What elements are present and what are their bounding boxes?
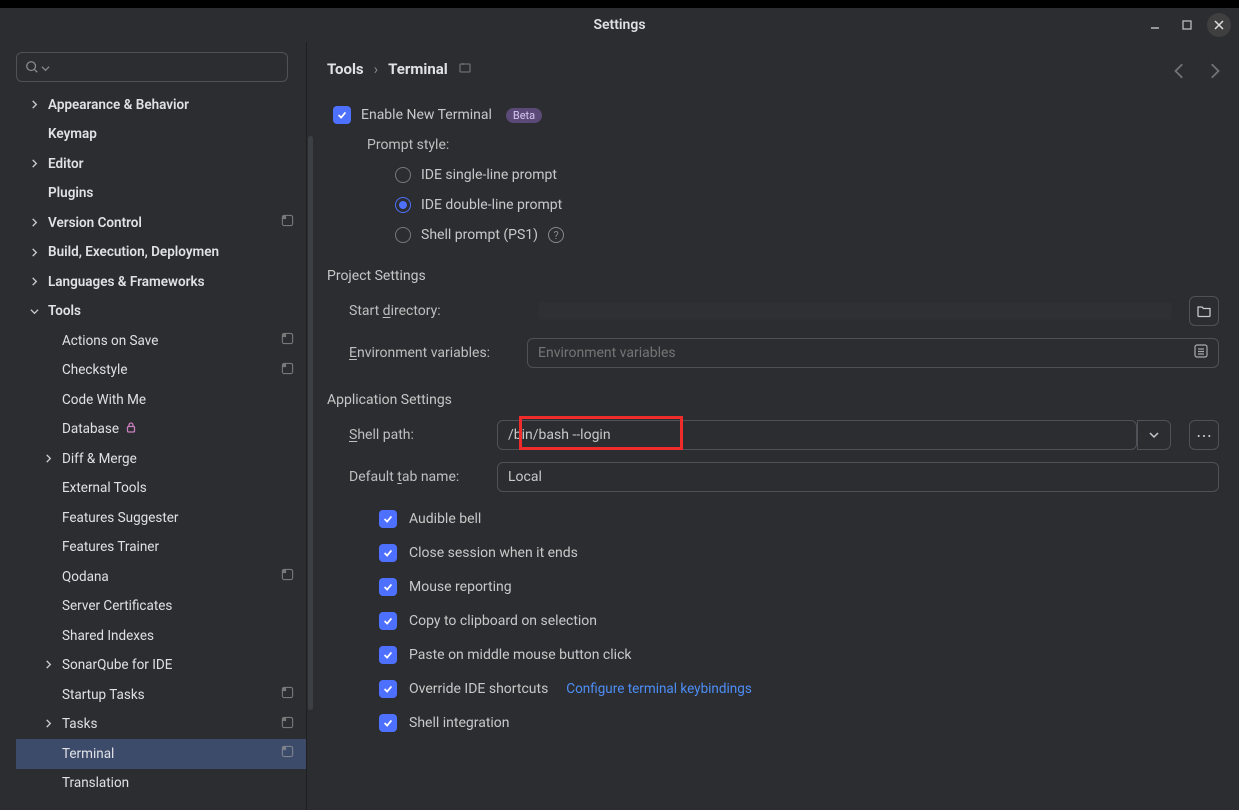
scope-icon xyxy=(281,745,294,762)
list-icon[interactable] xyxy=(1193,343,1209,363)
nav-back-icon[interactable] xyxy=(1171,62,1189,80)
env-vars-input[interactable] xyxy=(527,338,1219,368)
shell-path-input[interactable] xyxy=(497,420,1137,450)
checkbox-audible-bell[interactable] xyxy=(379,510,397,528)
chevron-down-icon xyxy=(41,58,50,77)
scope-icon xyxy=(281,214,294,231)
sidebar-item-features-suggester[interactable]: Features Suggester xyxy=(16,503,306,533)
sidebar-item-tasks[interactable]: Tasks xyxy=(16,710,306,740)
sidebar-item-plugins[interactable]: Plugins xyxy=(16,179,306,209)
enable-new-terminal-label: Enable New Terminal xyxy=(361,107,492,123)
app-settings-title: Application Settings xyxy=(327,392,1219,408)
configure-keybindings-link[interactable]: Configure terminal keybindings xyxy=(566,681,752,697)
maximize-button[interactable] xyxy=(1175,13,1199,37)
reset-icon[interactable] xyxy=(458,61,474,77)
scope-icon xyxy=(281,568,294,585)
enable-new-terminal-checkbox[interactable] xyxy=(333,106,351,124)
sidebar-item-server-certificates[interactable]: Server Certificates xyxy=(16,592,306,622)
sidebar-item-appearance-behavior[interactable]: Appearance & Behavior xyxy=(16,90,306,120)
start-directory-input[interactable] xyxy=(527,296,1183,326)
sidebar-item-build-execution-deploymen[interactable]: Build, Execution, Deploymen xyxy=(16,238,306,268)
env-vars-label: Environment variables: xyxy=(349,345,509,361)
sidebar-item-tools[interactable]: Tools xyxy=(16,297,306,327)
browse-folder-button[interactable] xyxy=(1189,296,1219,326)
sidebar-item-languages-frameworks[interactable]: Languages & Frameworks xyxy=(16,267,306,297)
sidebar-item-external-tools[interactable]: External Tools xyxy=(16,474,306,504)
scope-icon xyxy=(281,686,294,703)
shell-path-dropdown[interactable] xyxy=(1137,420,1171,450)
sidebar-item-actions-on-save[interactable]: Actions on Save xyxy=(16,326,306,356)
default-tab-label: Default tab name: xyxy=(349,469,479,485)
sidebar-item-database[interactable]: Database xyxy=(16,415,306,445)
nav-forward-icon[interactable] xyxy=(1205,62,1223,80)
checkbox-override-ide-shortcuts[interactable] xyxy=(379,680,397,698)
prompt-style-label: Prompt style: xyxy=(367,137,449,153)
sidebar-item-translation[interactable]: Translation xyxy=(16,769,306,799)
beta-badge: Beta xyxy=(506,108,542,123)
breadcrumb: Tools › Terminal xyxy=(327,60,1219,78)
checkbox-paste-on-middle-mouse-button-click[interactable] xyxy=(379,646,397,664)
chevron-right-icon: › xyxy=(374,60,379,78)
scope-icon xyxy=(281,362,294,379)
scope-icon xyxy=(281,332,294,349)
sidebar-item-version-control[interactable]: Version Control xyxy=(16,208,306,238)
checkbox-copy-to-clipboard-on-selection[interactable] xyxy=(379,612,397,630)
sidebar-item-terminal[interactable]: Terminal xyxy=(16,739,306,769)
settings-tree[interactable]: Appearance & BehaviorKeymapEditorPlugins… xyxy=(16,90,306,798)
lock-icon xyxy=(125,421,137,437)
sidebar-item-startup-tasks[interactable]: Startup Tasks xyxy=(16,680,306,710)
sidebar-item-shared-indexes[interactable]: Shared Indexes xyxy=(16,621,306,651)
project-settings-title: Project Settings xyxy=(327,268,1219,284)
ide-menubar xyxy=(0,0,1239,8)
default-tab-input[interactable] xyxy=(497,462,1219,492)
settings-sidebar: Appearance & BehaviorKeymapEditorPlugins… xyxy=(0,42,307,810)
more-button[interactable]: ⋯ xyxy=(1189,420,1219,450)
window-title: Settings xyxy=(593,17,645,33)
search-input[interactable] xyxy=(16,52,288,82)
breadcrumb-section: Tools xyxy=(327,60,364,78)
sidebar-item-features-trainer[interactable]: Features Trainer xyxy=(16,533,306,563)
radio-shell-prompt-ps-[interactable] xyxy=(395,227,411,243)
scope-icon xyxy=(281,716,294,733)
help-icon[interactable]: ? xyxy=(548,227,564,243)
checkbox-shell-integration[interactable] xyxy=(379,714,397,732)
close-button[interactable] xyxy=(1207,13,1231,37)
sidebar-item-sonarqube-for-ide[interactable]: SonarQube for IDE xyxy=(16,651,306,681)
minimize-button[interactable] xyxy=(1143,13,1167,37)
sidebar-item-checkstyle[interactable]: Checkstyle xyxy=(16,356,306,386)
radio-ide-double-line-prompt[interactable] xyxy=(395,197,411,213)
sidebar-item-keymap[interactable]: Keymap xyxy=(16,120,306,150)
chevron-down-icon xyxy=(1149,430,1159,440)
sidebar-item-editor[interactable]: Editor xyxy=(16,149,306,179)
shell-path-label: Shell path: xyxy=(349,427,479,443)
settings-content: Tools › Terminal Enable New Terminal Bet… xyxy=(307,42,1239,810)
radio-ide-single-line-prompt[interactable] xyxy=(395,167,411,183)
folder-icon xyxy=(1196,303,1212,319)
sidebar-item-code-with-me[interactable]: Code With Me xyxy=(16,385,306,415)
checkbox-close-session-when-it-ends[interactable] xyxy=(379,544,397,562)
breadcrumb-page: Terminal xyxy=(388,60,448,78)
sidebar-item-qodana[interactable]: Qodana xyxy=(16,562,306,592)
search-icon xyxy=(25,60,39,74)
start-directory-label: Start directory: xyxy=(349,303,509,319)
sidebar-item-diff-merge[interactable]: Diff & Merge xyxy=(16,444,306,474)
titlebar: Settings xyxy=(0,8,1239,42)
checkbox-mouse-reporting[interactable] xyxy=(379,578,397,596)
